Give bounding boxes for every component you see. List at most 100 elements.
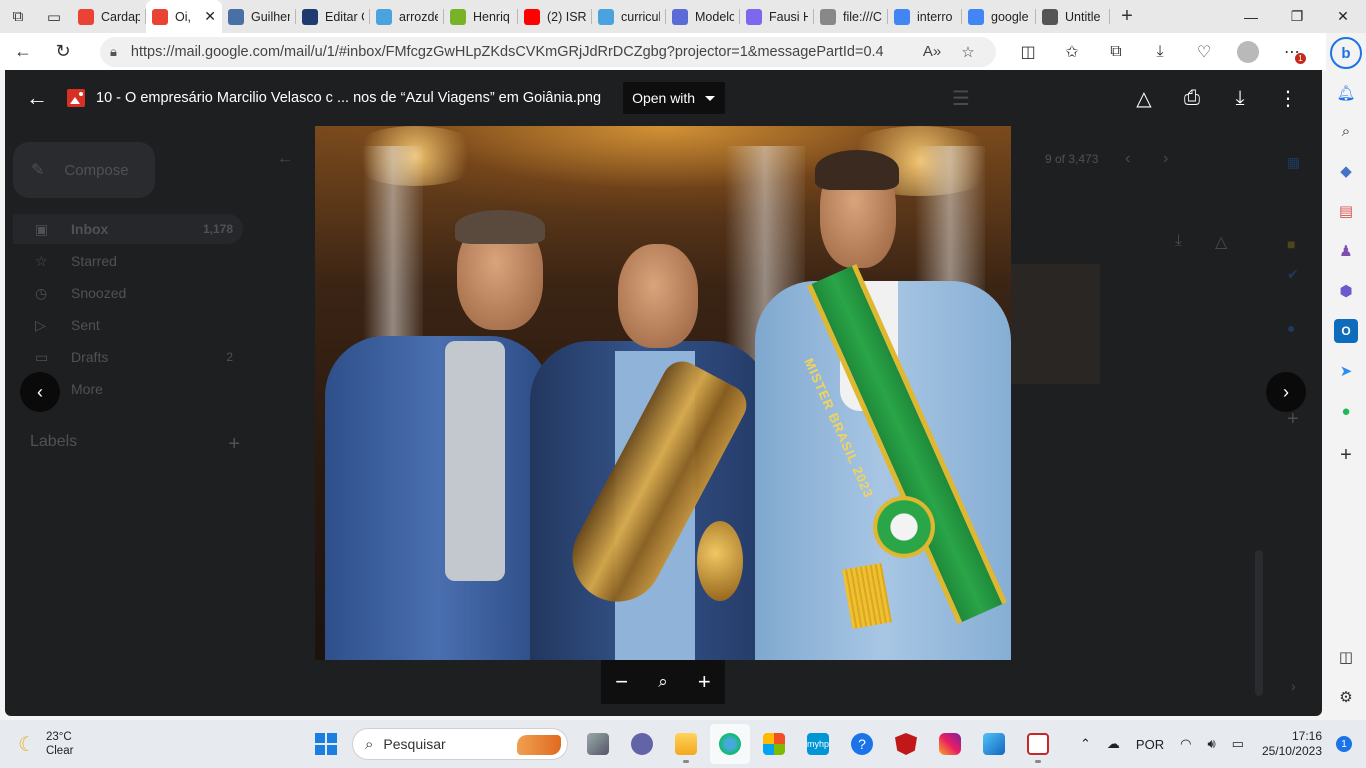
print-button[interactable]: ⎙	[1168, 78, 1216, 118]
task-view-button[interactable]	[578, 724, 618, 764]
edge-browser-button[interactable]	[710, 724, 750, 764]
browser-tab[interactable]: (2) ISRA	[518, 0, 592, 33]
workspaces-icon[interactable]: ⧉	[0, 0, 36, 33]
hp-icon: myhp	[807, 733, 829, 755]
battery-icon[interactable]: ▭	[1232, 736, 1244, 752]
outlook-icon[interactable]: O	[1334, 319, 1358, 343]
search-icon[interactable]: ⌕	[1334, 119, 1358, 143]
telegram-icon[interactable]: ➤	[1334, 359, 1358, 383]
favorite-star-icon[interactable]: ☆	[950, 43, 986, 61]
restore-button[interactable]: ❐	[1274, 0, 1320, 33]
settings-menu-icon[interactable]: ⋯ 1	[1270, 36, 1314, 68]
browser-tab[interactable]: curricul	[592, 0, 666, 33]
taskbar-search[interactable]: ⌕ Pesquisar	[352, 728, 568, 760]
task-view-icon	[587, 733, 609, 755]
myhp-button[interactable]: myhp	[798, 724, 838, 764]
browser-tab[interactable]: file:///C	[814, 0, 888, 33]
bell-icon[interactable]: 🔔︎	[1334, 81, 1358, 105]
tasks-icon: ✔	[1287, 266, 1299, 282]
sidebar-settings-icon[interactable]: ⚙	[1334, 685, 1358, 709]
next-attachment-button[interactable]: ›	[1266, 372, 1306, 412]
start-button[interactable]	[306, 724, 346, 764]
edge-sidebar: b 🔔︎ ⌕ ◆ ▤ ♟ ⬢ O ➤ ● + ◫ ⚙	[1326, 33, 1366, 720]
nav-label: Drafts	[71, 349, 109, 365]
tab-label: Cardap	[101, 9, 140, 24]
downloads-icon[interactable]: ⤓	[1138, 36, 1182, 68]
download-button[interactable]: ⤓	[1216, 78, 1264, 118]
close-tab-icon[interactable]: ✕	[200, 8, 216, 25]
send-icon: ▷	[35, 316, 46, 333]
volume-icon[interactable]: 🔊︎	[1207, 736, 1215, 752]
browser-tab[interactable]: interro	[888, 0, 962, 33]
previous-attachment-button[interactable]: ‹	[20, 372, 60, 412]
browser-tab[interactable]: google	[962, 0, 1036, 33]
chevron-up-icon[interactable]: ⌃	[1080, 736, 1091, 752]
tab-strip: ⧉ ▭ Cardap Oi, ✕ Guilher Editar C arrozde Henr…	[0, 0, 1366, 33]
calendar-icon: ▦	[1287, 154, 1301, 170]
copilot-icon[interactable]: b	[1330, 37, 1362, 69]
refresh-button[interactable]: ↻	[46, 36, 80, 68]
read-aloud-icon[interactable]: A»	[914, 43, 950, 60]
de-icon	[302, 8, 318, 25]
more-options-button[interactable]: ⋮	[1264, 78, 1312, 118]
wifi-icon[interactable]: ◠	[1180, 736, 1191, 752]
nav-label: Snoozed	[71, 285, 127, 301]
clock-icon: ◷	[35, 284, 48, 301]
open-with-label: Open with	[632, 90, 696, 106]
temperature: 23°C	[45, 731, 72, 743]
onedrive-icon[interactable]: ☁	[1107, 736, 1120, 752]
help-button[interactable]: ?	[842, 724, 882, 764]
clock[interactable]: 17:16 25/10/2023	[1262, 729, 1322, 759]
browser-tab[interactable]: Untitle	[1036, 0, 1110, 33]
snipping-tool-button[interactable]	[1018, 724, 1058, 764]
keep-icon: ■	[1287, 236, 1296, 252]
spotify-icon[interactable]: ●	[1334, 399, 1358, 423]
favorites-icon[interactable]: ✩	[1050, 36, 1094, 68]
browser-tab[interactable]: Guilher	[222, 0, 296, 33]
photos-icon	[983, 733, 1005, 755]
url-text[interactable]: https://mail.google.com/mail/u/1/#inbox/…	[131, 44, 914, 60]
new-tab-button[interactable]: +	[1110, 0, 1144, 33]
tab-actions-icon[interactable]: ▭	[36, 0, 72, 33]
minimize-button[interactable]: —	[1228, 0, 1274, 33]
file-explorer-button[interactable]	[666, 724, 706, 764]
teams-chat-button[interactable]	[622, 724, 662, 764]
close-window-button[interactable]: ✕	[1320, 0, 1366, 33]
browser-tab[interactable]: Henriq	[444, 0, 518, 33]
browser-tab[interactable]: arrozde	[370, 0, 444, 33]
split-screen-icon[interactable]: ◫	[1006, 36, 1050, 68]
profile-avatar[interactable]	[1226, 36, 1270, 68]
language-indicator[interactable]: POR	[1136, 737, 1164, 752]
games-icon[interactable]: ♟	[1334, 239, 1358, 263]
hide-sidebar-icon[interactable]: ◫	[1334, 645, 1358, 669]
mcafee-button[interactable]	[886, 724, 926, 764]
tools-icon[interactable]: ▤	[1334, 199, 1358, 223]
back-button[interactable]: ←	[6, 36, 40, 68]
add-sidebar-app-icon[interactable]: +	[1334, 443, 1358, 467]
browser-tab[interactable]: Modelo	[666, 0, 740, 33]
collections-icon[interactable]: ⧉	[1094, 36, 1138, 68]
microsoft-store-button[interactable]	[754, 724, 794, 764]
close-viewer-button[interactable]: ←	[17, 78, 57, 118]
open-with-button[interactable]: Open with	[623, 82, 726, 114]
nav-item-drafts: ▭ Drafts 2	[13, 342, 243, 372]
photos-button[interactable]	[974, 724, 1014, 764]
instagram-button[interactable]	[930, 724, 970, 764]
address-bar[interactable]: 🔒︎ https://mail.google.com/mail/u/1/#inb…	[100, 36, 996, 67]
zoom-out-button[interactable]: −	[604, 664, 640, 700]
zoom-in-button[interactable]: +	[686, 664, 722, 700]
shopping-tag-icon[interactable]: ◆	[1334, 159, 1358, 183]
notification-count[interactable]: 1	[1336, 736, 1352, 752]
tab-label: (2) ISRA	[547, 9, 586, 24]
microsoft365-icon[interactable]: ⬢	[1334, 279, 1358, 303]
browser-tab[interactable]: Editar C	[296, 0, 370, 33]
notification-badge: 1	[1295, 52, 1306, 64]
browser-tab[interactable]: Fausi H	[740, 0, 814, 33]
browser-tab[interactable]: Cardap	[72, 0, 146, 33]
browser-essentials-icon[interactable]: ♡	[1182, 36, 1226, 68]
browser-tab[interactable]: Oi, ✕	[146, 0, 222, 33]
weather-widget[interactable]: ☾ 23°C Clear	[18, 730, 108, 758]
zoom-reset-button[interactable]: ⌕	[645, 664, 681, 700]
add-to-drive-button[interactable]: △	[1120, 78, 1168, 118]
saxophone-bell	[697, 521, 743, 601]
